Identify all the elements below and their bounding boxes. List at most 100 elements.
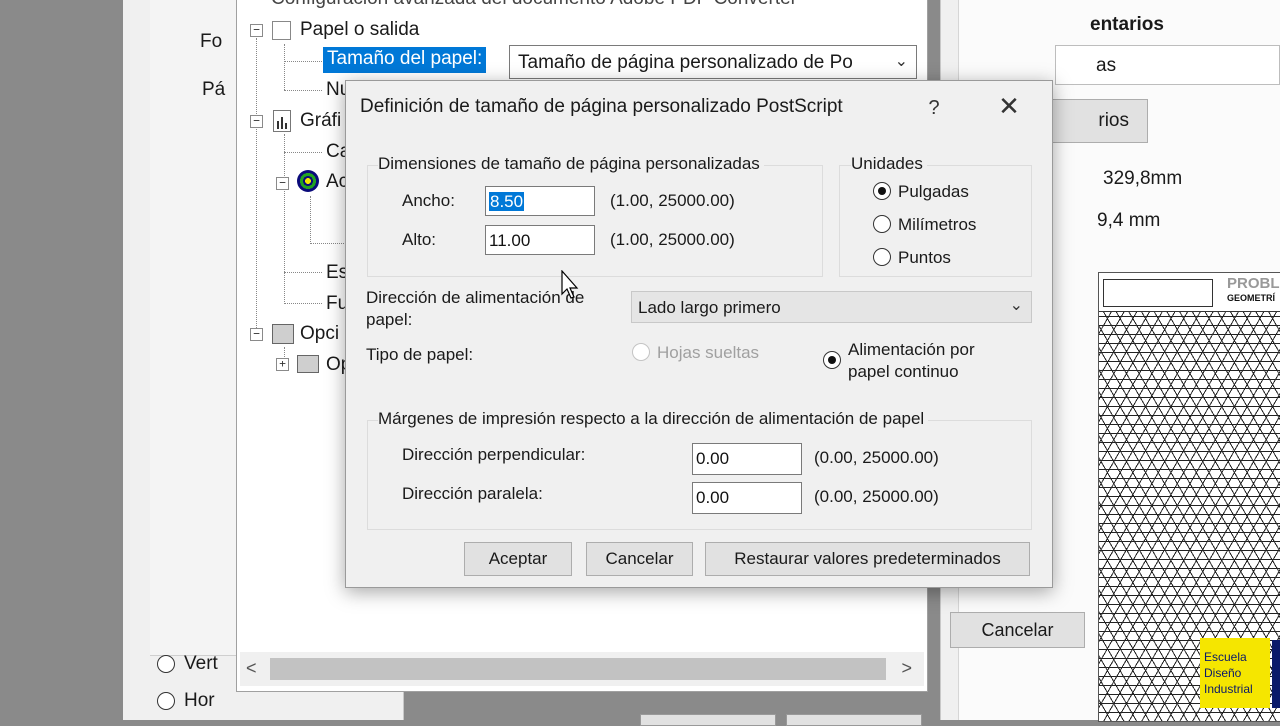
collapse-icon[interactable]: − (250, 24, 263, 37)
tree-item-graphics[interactable]: Gráfi (300, 110, 341, 132)
units-inches-radio[interactable] (873, 182, 891, 200)
collapse-icon[interactable]: − (276, 177, 289, 190)
tree-line (284, 90, 322, 91)
tree-line (310, 243, 346, 244)
document-icon (272, 21, 291, 40)
restore-defaults-button[interactable]: Restaurar valores predeterminados (705, 542, 1030, 576)
parallel-range: (0.00, 25000.00) (814, 487, 939, 506)
accept-button[interactable]: Aceptar (464, 542, 572, 576)
logo-line-1: Escuela (1204, 650, 1247, 664)
paper-size-select[interactable]: Tamaño de página personalizado de Po ⌄ (509, 45, 917, 79)
paper-type-sheets-radio[interactable] (632, 343, 650, 361)
units-inches-label[interactable]: Pulgadas (898, 182, 969, 202)
orientation-horizontal-label: Hor (184, 690, 215, 711)
close-button[interactable]: ✕ (994, 91, 1024, 121)
right-panel-field[interactable]: as (1055, 45, 1280, 85)
paper-type-continuous-radio[interactable] (823, 351, 841, 369)
height-range: (1.00, 25000.00) (610, 230, 735, 249)
tree-item-paper-output[interactable]: Papel o salida (300, 19, 419, 41)
tree-line (284, 44, 285, 90)
school-logo: Escuela Diseño Industrial (1200, 638, 1270, 708)
perpendicular-input[interactable]: 0.00 (692, 443, 802, 475)
tree-line (284, 134, 285, 304)
feed-direction-label-line1: Dirección de alimentación de (366, 288, 585, 307)
scrollbar-thumb[interactable] (270, 658, 886, 680)
orientation-vertical-radio[interactable] (157, 655, 175, 673)
close-icon: ✕ (998, 91, 1020, 121)
paper-type-label: Tipo de papel: (366, 345, 474, 364)
measure-width: 329,8mm (1103, 168, 1183, 189)
right-panel-button[interactable]: rios (1050, 99, 1148, 143)
parallel-input[interactable]: 0.00 (692, 482, 802, 514)
tree-item-paper-size-label[interactable]: Tamaño del papel: (323, 47, 487, 73)
graphics-icon (273, 110, 291, 132)
custom-page-size-dialog: Definición de tamaño de página personali… (345, 80, 1053, 588)
advanced-settings-title: Configuración avanzada del documento Ado… (271, 0, 797, 10)
color-management-icon (297, 170, 319, 192)
feed-direction-label-line2: papel: (366, 310, 413, 329)
parallel-label: Dirección paralela: (402, 484, 543, 503)
feed-direction-value: Lado largo primero (638, 298, 781, 317)
width-label: Ancho: (402, 191, 455, 210)
background-left-pane (150, 0, 239, 656)
right-panel-header: entarios (1090, 14, 1164, 35)
width-range: (1.00, 25000.00) (610, 191, 735, 210)
width-input[interactable]: 8.50 (485, 186, 595, 216)
height-label: Alto: (402, 230, 437, 249)
height-input[interactable]: 11.00 (485, 225, 595, 255)
dimensions-group-label: Dimensiones de tamaño de página personal… (378, 154, 764, 174)
scroll-left-icon[interactable]: < (246, 658, 257, 679)
perpendicular-value: 0.00 (696, 449, 730, 468)
tree-line (256, 38, 257, 334)
preview-header-1: PROBL (1227, 275, 1280, 292)
background-button (640, 714, 776, 726)
tree-line (284, 61, 322, 62)
paper-size-select-value: Tamaño de página personalizado de Po (518, 52, 853, 73)
measure-height: 9,4 mm (1097, 210, 1161, 231)
preview-title-block: PROBL GEOMETRÍ (1099, 273, 1280, 312)
background-cancel-button[interactable]: Cancelar (950, 612, 1085, 648)
chevron-down-icon: ⌄ (894, 53, 908, 70)
chevron-down-icon: ⌄ (1009, 297, 1023, 314)
scroll-right-icon[interactable]: > (901, 658, 912, 679)
perpendicular-range: (0.00, 25000.00) (814, 448, 939, 467)
logo-line-2: Diseño (1204, 666, 1242, 680)
paper-type-continuous-label-line2[interactable]: papel continuo (848, 362, 959, 382)
horizontal-scrollbar[interactable]: < > (240, 652, 924, 686)
orientation-vertical-label: Vert (184, 653, 218, 674)
logo-line-3: Industrial (1204, 682, 1253, 696)
paper-type-sheets-label[interactable]: Hojas sueltas (657, 343, 759, 363)
background-button (786, 714, 922, 726)
advanced-settings-title-strip: Configuración avanzada del documento Ado… (237, 0, 925, 14)
orientation-horizontal-radio[interactable] (157, 692, 175, 710)
background-label-pa-front: Pá (202, 79, 226, 100)
paper-type-continuous-label-line1[interactable]: Alimentación por (848, 340, 975, 360)
mouse-cursor-icon (561, 270, 579, 299)
dimensions-group (367, 165, 823, 277)
tree-item-options[interactable]: Opci (300, 323, 339, 345)
preview-box (1103, 279, 1213, 307)
tree-line (284, 303, 322, 304)
printer-icon (272, 324, 294, 344)
parallel-value: 0.00 (696, 488, 730, 507)
logo-edge (1272, 640, 1280, 708)
background-label-fo-front: Fo (200, 31, 223, 52)
collapse-icon[interactable]: − (250, 115, 263, 128)
height-value: 11.00 (489, 231, 531, 250)
tree-line (284, 152, 322, 153)
help-button[interactable]: ? (922, 94, 946, 122)
units-points-radio[interactable] (873, 248, 891, 266)
units-group-label: Unidades (851, 154, 927, 174)
units-points-label[interactable]: Puntos (898, 248, 951, 268)
collapse-icon[interactable]: − (250, 328, 263, 341)
feed-direction-select[interactable]: Lado largo primero ⌄ (631, 291, 1032, 323)
width-value: 8.50 (489, 192, 525, 211)
expand-icon[interactable]: + (276, 358, 289, 371)
tree-line (284, 272, 322, 273)
units-millimeters-label[interactable]: Milímetros (898, 215, 976, 235)
units-millimeters-radio[interactable] (873, 215, 891, 233)
margins-group-label: Márgenes de impresión respecto a la dire… (378, 409, 929, 429)
tree-line (310, 196, 311, 244)
preview-header-2: GEOMETRÍ (1227, 293, 1276, 303)
cancel-button[interactable]: Cancelar (586, 542, 693, 576)
